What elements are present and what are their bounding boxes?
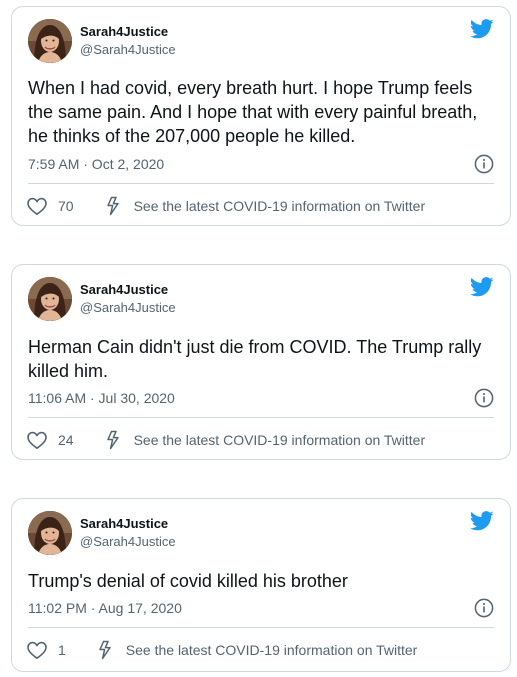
covid-info-label: See the latest COVID-19 information on T… — [125, 642, 418, 658]
covid-info-link[interactable]: See the latest COVID-19 information on T… — [104, 196, 426, 216]
like-count: 70 — [58, 198, 74, 214]
author-names: Sarah4Justice @Sarah4Justice — [80, 23, 176, 59]
like-button[interactable]: 24 — [26, 430, 74, 450]
like-count: 1 — [58, 642, 66, 658]
tweet-text: Herman Cain didn't just die from COVID. … — [28, 337, 482, 381]
like-button[interactable]: 1 — [26, 640, 66, 660]
heart-icon — [26, 640, 48, 660]
covid-info-link[interactable]: See the latest COVID-19 information on T… — [96, 640, 418, 660]
heart-icon — [26, 196, 48, 216]
author-names: Sarah4Justice @Sarah4Justice — [80, 515, 176, 551]
covid-info-link[interactable]: See the latest COVID-19 information on T… — [104, 430, 426, 450]
covid-info-label: See the latest COVID-19 information on T… — [133, 198, 426, 214]
tweet-actions: 24 See the latest COVID-19 information o… — [26, 430, 425, 450]
tweet-author[interactable]: Sarah4Justice @Sarah4Justice — [28, 277, 176, 321]
tweet-author[interactable]: Sarah4Justice @Sarah4Justice — [28, 511, 176, 555]
covid-info-label: See the latest COVID-19 information on T… — [133, 432, 426, 448]
tweet-text: Trump's denial of covid killed his broth… — [28, 571, 348, 591]
display-name[interactable]: Sarah4Justice — [80, 23, 176, 41]
user-handle[interactable]: @Sarah4Justice — [80, 533, 176, 551]
info-icon[interactable] — [474, 154, 494, 174]
like-count: 24 — [58, 432, 74, 448]
display-name[interactable]: Sarah4Justice — [80, 515, 176, 533]
lightning-icon — [104, 196, 122, 216]
tweet-timestamp[interactable]: 11:02 PM · Aug 17, 2020 — [28, 599, 182, 617]
tweet-card[interactable]: Sarah4Justice @Sarah4Justice Herman Cain… — [11, 264, 511, 460]
divider — [28, 183, 494, 184]
twitter-bird-icon[interactable] — [470, 511, 494, 531]
lightning-icon — [96, 640, 114, 660]
tweet-card[interactable]: Sarah4Justice @Sarah4Justice When I had … — [11, 6, 511, 226]
tweet-author[interactable]: Sarah4Justice @Sarah4Justice — [28, 19, 176, 63]
like-button[interactable]: 70 — [26, 196, 74, 216]
twitter-bird-icon[interactable] — [470, 277, 494, 297]
tweet-actions: 70 See the latest COVID-19 information o… — [26, 196, 425, 216]
divider — [28, 417, 494, 418]
tweet-timestamp[interactable]: 11:06 AM · Jul 30, 2020 — [28, 389, 175, 407]
author-names: Sarah4Justice @Sarah4Justice — [80, 281, 176, 317]
user-handle[interactable]: @Sarah4Justice — [80, 41, 176, 59]
tweet-actions: 1 See the latest COVID-19 information on… — [26, 640, 417, 660]
avatar[interactable] — [28, 277, 72, 321]
divider — [28, 627, 494, 628]
twitter-bird-icon[interactable] — [470, 19, 494, 39]
user-handle[interactable]: @Sarah4Justice — [80, 299, 176, 317]
lightning-icon — [104, 430, 122, 450]
display-name[interactable]: Sarah4Justice — [80, 281, 176, 299]
avatar[interactable] — [28, 511, 72, 555]
tweet-text: When I had covid, every breath hurt. I h… — [28, 78, 478, 146]
info-icon[interactable] — [474, 388, 494, 408]
heart-icon — [26, 430, 48, 450]
tweet-timestamp[interactable]: 7:59 AM · Oct 2, 2020 — [28, 155, 164, 173]
info-icon[interactable] — [474, 598, 494, 618]
tweet-card[interactable]: Sarah4Justice @Sarah4Justice Trump's den… — [11, 498, 511, 672]
avatar[interactable] — [28, 19, 72, 63]
